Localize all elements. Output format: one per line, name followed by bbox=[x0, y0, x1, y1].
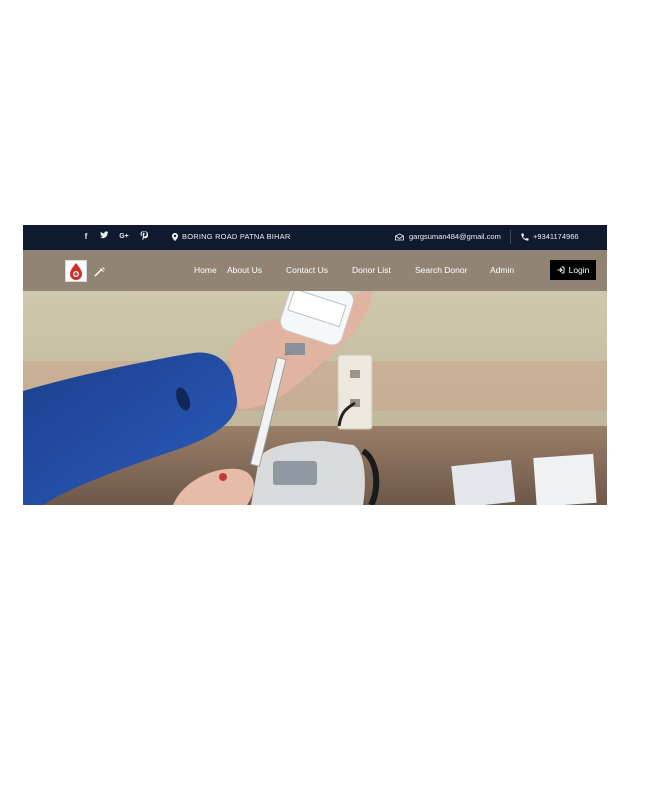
address-text: BORING ROAD PATNA BIHAR bbox=[182, 232, 291, 241]
email-text[interactable]: gargsuman484@gmail.com bbox=[409, 232, 501, 241]
facebook-icon[interactable]: f bbox=[81, 231, 91, 243]
envelope-icon bbox=[395, 233, 404, 240]
navbar: Home About Us Contact Us Donor List Sear… bbox=[23, 250, 607, 291]
social-links: f G+ bbox=[81, 231, 149, 243]
nav-search-donor[interactable]: Search Donor bbox=[415, 265, 467, 275]
email[interactable]: gargsuman484@gmail.com bbox=[395, 232, 501, 241]
phone-icon bbox=[521, 233, 529, 241]
hero-vaccine-image bbox=[23, 291, 607, 505]
login-label: Login bbox=[568, 265, 590, 275]
blood-drop-logo-icon bbox=[70, 263, 82, 280]
nav-about-us[interactable]: About Us bbox=[227, 265, 262, 275]
sign-in-icon bbox=[557, 266, 565, 274]
map-marker-icon bbox=[172, 232, 178, 241]
top-bar: f G+ BORING ROAD PATNA BIHAR gargsuman48… bbox=[23, 225, 607, 250]
twitter-icon[interactable] bbox=[99, 231, 109, 243]
address: BORING ROAD PATNA BIHAR bbox=[172, 232, 291, 241]
topbar-divider bbox=[510, 230, 511, 244]
login-button[interactable]: Login bbox=[550, 260, 596, 280]
phone[interactable]: +9341174966 bbox=[521, 232, 579, 241]
nav-donor-list[interactable]: Donor List bbox=[352, 265, 391, 275]
nav-home[interactable]: Home bbox=[194, 265, 217, 275]
pinterest-icon[interactable] bbox=[139, 231, 149, 243]
nav-admin[interactable]: Admin bbox=[490, 265, 514, 275]
syringe-icon bbox=[94, 267, 105, 277]
phone-text[interactable]: +9341174966 bbox=[533, 232, 579, 241]
nav-contact-us[interactable]: Contact Us bbox=[286, 265, 328, 275]
site-header-screenshot: f G+ BORING ROAD PATNA BIHAR gargsuman48… bbox=[23, 225, 607, 505]
site-logo[interactable] bbox=[65, 260, 87, 282]
google-plus-icon[interactable]: G+ bbox=[117, 231, 131, 243]
